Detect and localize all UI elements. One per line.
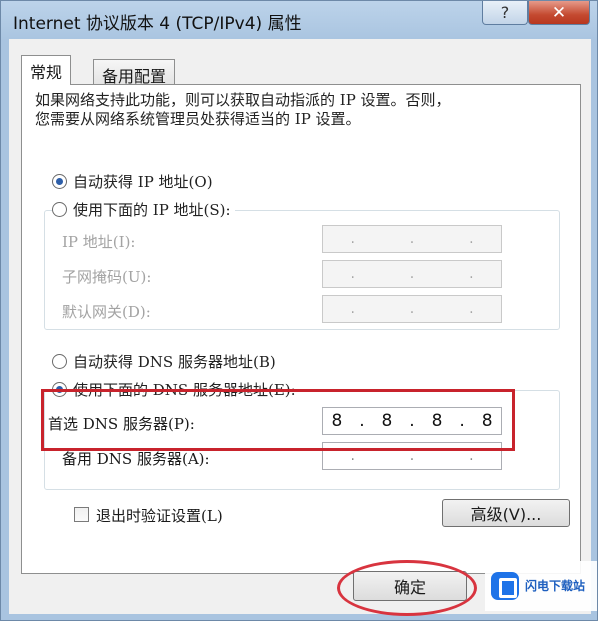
watermark-logo-icon <box>491 572 519 600</box>
ok-button[interactable]: 确定 <box>353 571 467 601</box>
description-line-2: 您需要从网络系统管理员处获得适当的 IP 设置。 <box>35 110 361 128</box>
ip-address-label: IP 地址(I): <box>62 233 136 251</box>
radio-manual-dns-label: 使用下面的 DNS 服务器地址(E): <box>73 381 296 399</box>
watermark: 闪电下载站 <box>485 561 597 611</box>
ip-address-input[interactable]: ... <box>322 225 502 253</box>
help-button[interactable]: ? <box>482 1 528 25</box>
radio-manual-ip-label: 使用下面的 IP 地址(S): <box>73 201 231 219</box>
radio-manual-ip[interactable]: 使用下面的 IP 地址(S): <box>52 199 235 220</box>
close-button[interactable]: ✕ <box>528 1 590 25</box>
alternate-dns-label: 备用 DNS 服务器(A): <box>62 450 210 468</box>
watermark-name: 闪电下载站 <box>525 579 586 593</box>
radio-auto-dns-label: 自动获得 DNS 服务器地址(B) <box>73 353 276 371</box>
radio-auto-ip-indicator[interactable] <box>52 174 67 189</box>
validate-checkbox[interactable] <box>74 507 89 522</box>
close-icon: ✕ <box>551 2 567 23</box>
tcpip-properties-dialog: Internet 协议版本 4 (TCP/IPv4) 属性 ? ✕ 常规 备用配… <box>0 0 598 621</box>
general-tab-panel: 如果网络支持此功能，则可以获取自动指派的 IP 设置。否则， 您需要从网络系统管… <box>21 84 581 574</box>
preferred-dns-octet-2: 8 <box>381 411 393 431</box>
radio-auto-dns-indicator[interactable] <box>52 354 67 369</box>
radio-manual-dns[interactable]: 使用下面的 DNS 服务器地址(E): <box>52 379 300 400</box>
tab-general[interactable]: 常规 <box>21 55 72 85</box>
dns-server-group <box>44 390 560 490</box>
subnet-mask-input[interactable]: ... <box>322 260 502 288</box>
radio-auto-ip-label: 自动获得 IP 地址(O) <box>73 173 213 191</box>
description-text: 如果网络支持此功能，则可以获取自动指派的 IP 设置。否则， 您需要从网络系统管… <box>35 91 555 129</box>
default-gateway-input[interactable]: ... <box>322 295 502 323</box>
default-gateway-label: 默认网关(D): <box>62 303 151 321</box>
dialog-client-area: 常规 备用配置 如果网络支持此功能，则可以获取自动指派的 IP 设置。否则， 您… <box>9 39 591 614</box>
subnet-mask-label: 子网掩码(U): <box>62 268 152 286</box>
preferred-dns-octet-4: 8 <box>481 411 493 431</box>
radio-auto-dns[interactable]: 自动获得 DNS 服务器地址(B) <box>52 351 276 372</box>
preferred-dns-octet-3: 8 <box>431 411 443 431</box>
title-bar: Internet 协议版本 4 (TCP/IPv4) 属性 ? ✕ <box>1 1 598 39</box>
validate-label: 退出时验证设置(L) <box>96 507 223 525</box>
preferred-dns-input[interactable]: 8. 8. 8. 8 <box>322 407 502 435</box>
window-title: Internet 协议版本 4 (TCP/IPv4) 属性 <box>13 14 302 34</box>
advanced-button[interactable]: 高级(V)... <box>442 499 570 527</box>
description-line-1: 如果网络支持此功能，则可以获取自动指派的 IP 设置。否则， <box>35 91 451 109</box>
radio-auto-ip[interactable]: 自动获得 IP 地址(O) <box>52 171 213 192</box>
alternate-dns-input[interactable]: ... <box>322 442 502 470</box>
radio-manual-dns-indicator[interactable] <box>52 382 67 397</box>
tab-alternate-config[interactable]: 备用配置 <box>93 59 176 86</box>
help-icon: ? <box>500 3 510 22</box>
preferred-dns-octet-1: 8 <box>331 411 343 431</box>
preferred-dns-label: 首选 DNS 服务器(P): <box>48 415 195 433</box>
radio-manual-ip-indicator[interactable] <box>52 202 67 217</box>
